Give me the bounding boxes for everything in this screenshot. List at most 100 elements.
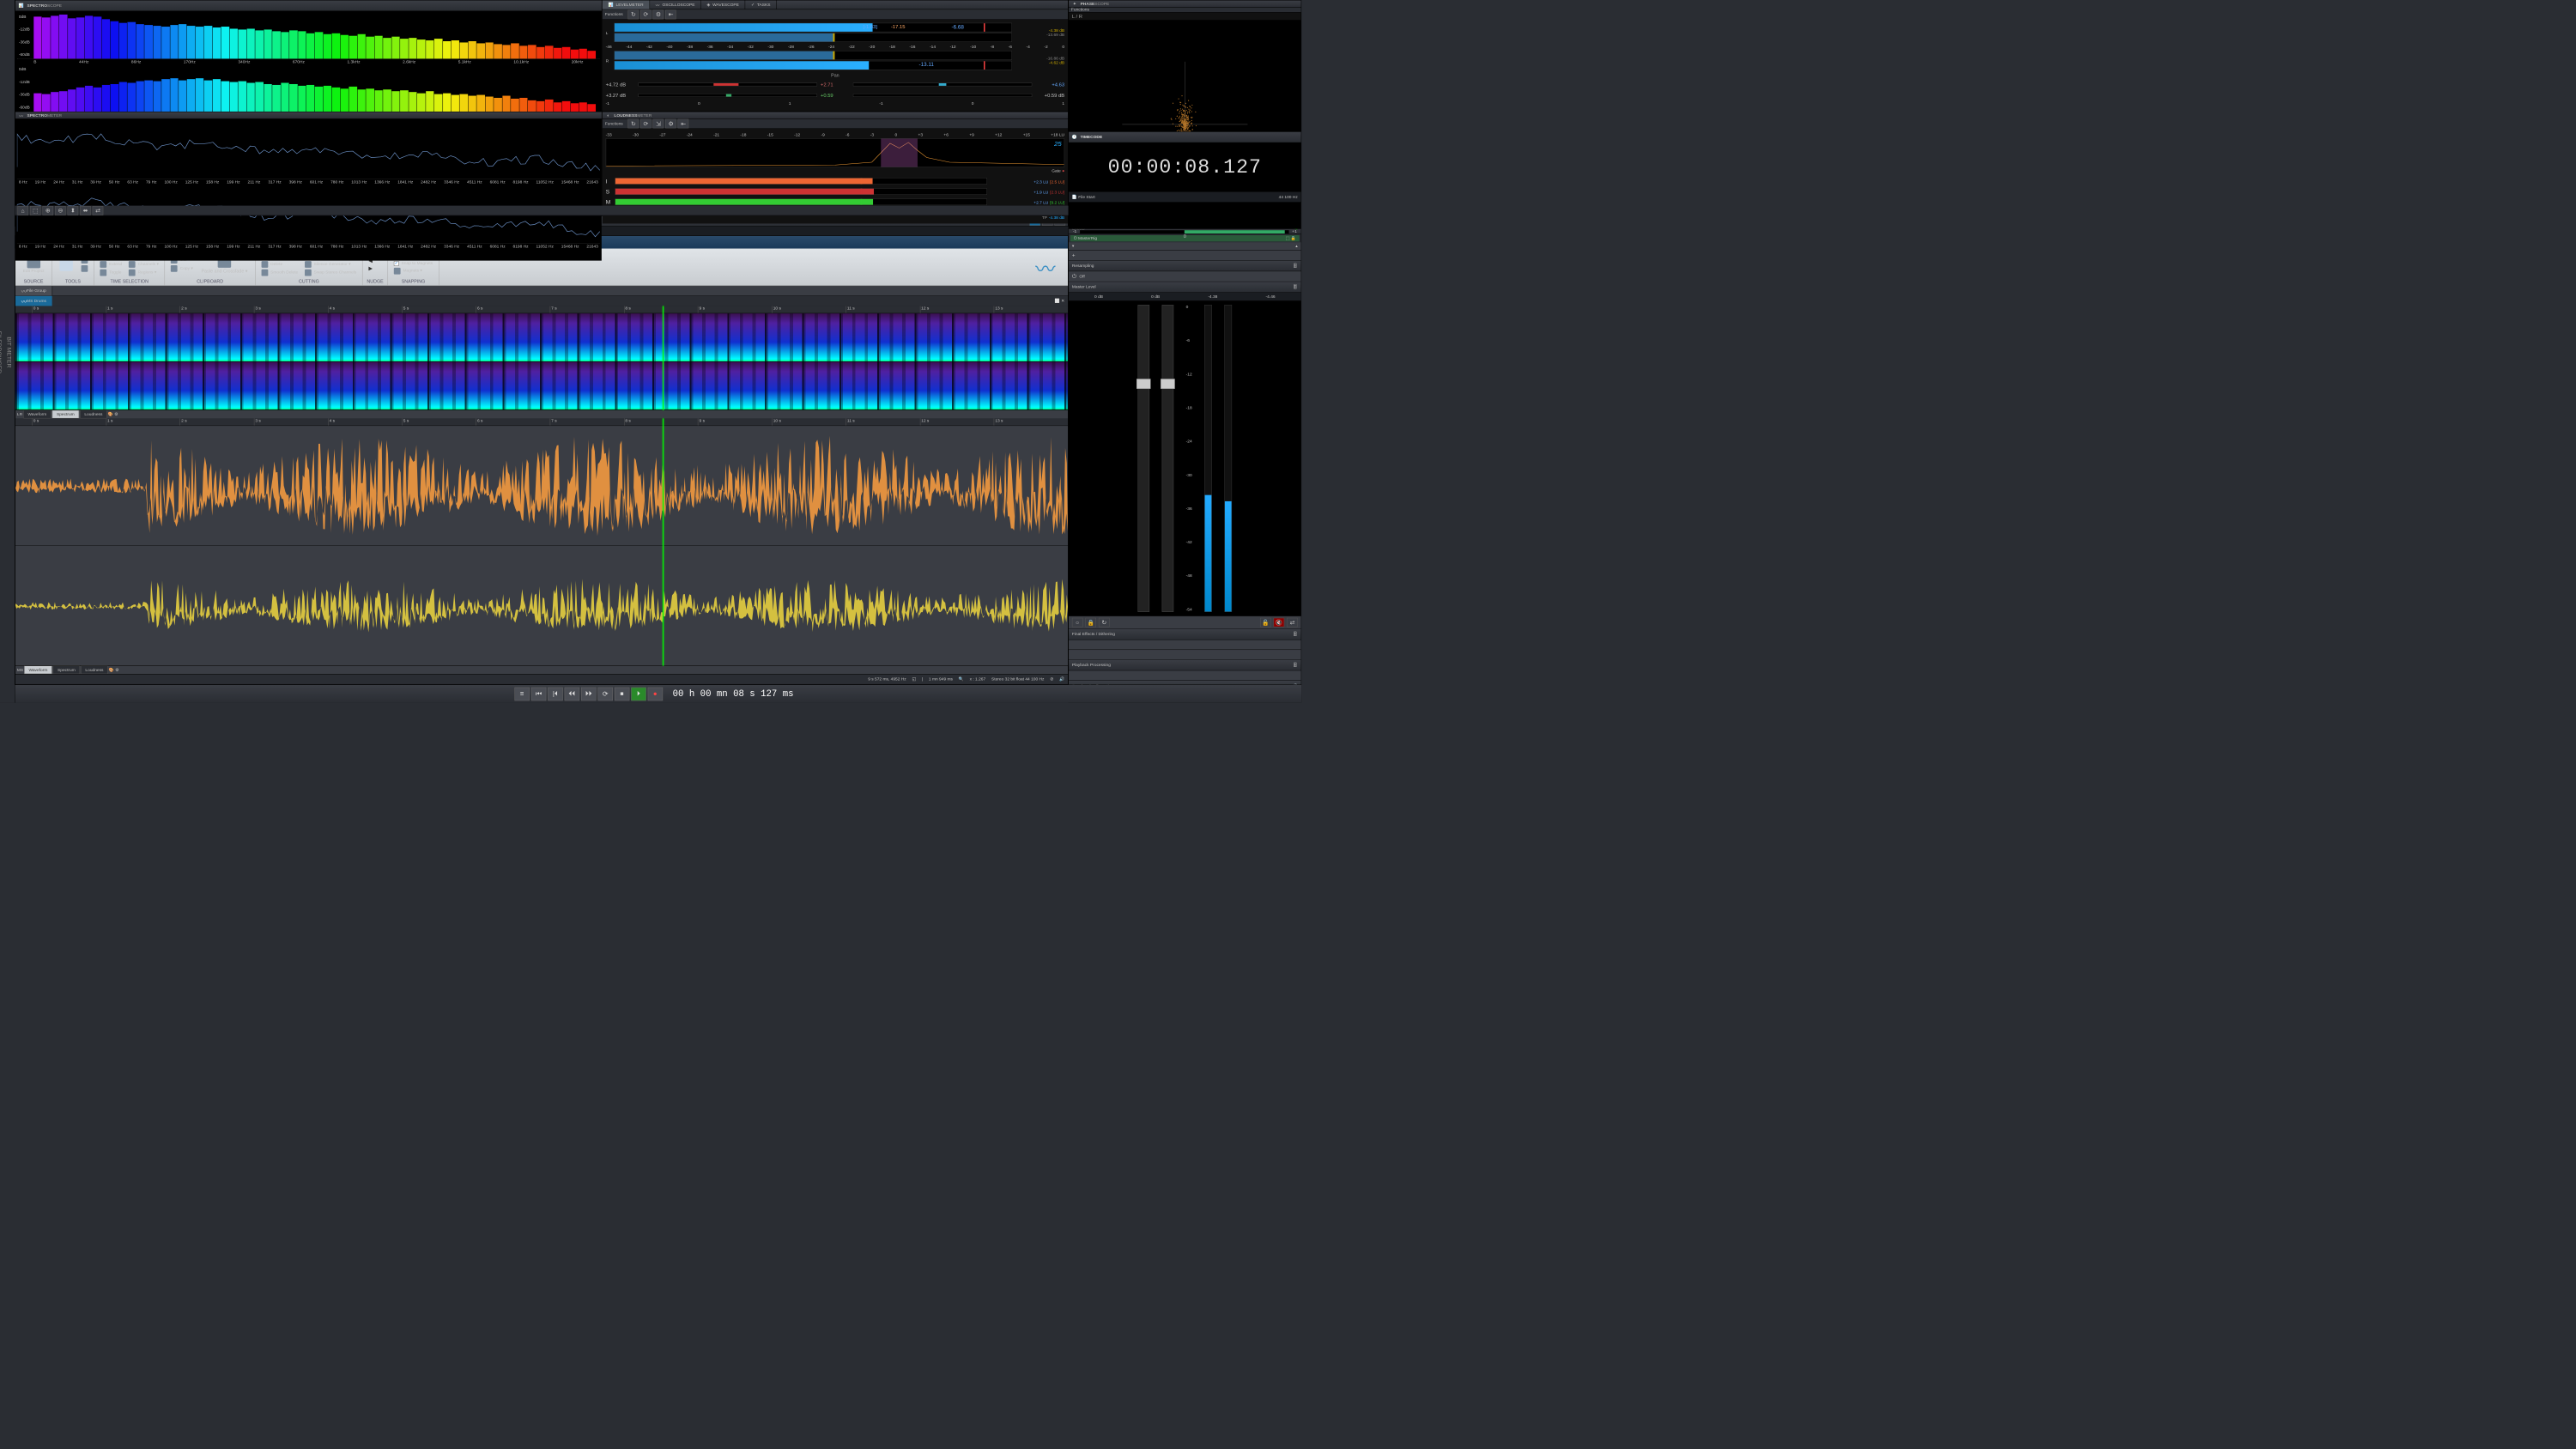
check-icon: ✓ [751,3,755,7]
playhead-spectrogram[interactable] [663,306,664,409]
file-group-tab[interactable]: 〰 File Group [15,286,52,295]
delete-button[interactable]: Delete [260,260,300,268]
sidebar-tab-bitmeter[interactable]: BIT METER [4,331,15,373]
master-section: ✦MASTERSECTION ⏻ Untitled⇅ ⇆ ▾ Effects⇉ … [1069,203,1302,703]
format-info[interactable]: Stereo 32 bit float 44 100 Hz [991,677,1044,682]
tab-wavescope[interactable]: ◈WAVESCOPE [701,0,745,9]
resampling-toggle[interactable]: ⏻ Off [1069,271,1301,282]
spectroscope-title: SPECTRO [27,3,47,8]
view-spectrum-2[interactable]: Spectrum [53,666,80,675]
pan-track-1 [639,83,818,87]
settings-icon-2[interactable]: 🎨 ⚙ [109,668,119,672]
final-effects-header[interactable]: Final Effects / Dithering [1072,632,1115,636]
sidebar-tab-filebrowser[interactable]: FILEBROWSER [0,326,4,379]
transport-bar: ≡ ⏮|⏴⏴⏴⏵⏵⟳⏹⏵● 00 h 00 mn 08 s 127 ms [15,684,1301,702]
speaker-icon[interactable]: 🔊 [1059,677,1064,682]
add-effect[interactable]: + [1069,251,1301,261]
pan-label: Pan [606,73,1064,78]
tab-oscilloscope[interactable]: 〰OSCILLOSCOPE [650,0,701,9]
zoom-in-button[interactable]: ⊕ [42,206,53,215]
phasescope-panel: ✦PHASESCOPE Functions L / R -1 +1 0 [1069,0,1302,131]
zoom-v-in-button[interactable]: ⬍ [68,206,79,215]
tab-tasks[interactable]: ✓TASKS [745,0,777,9]
transport-rew[interactable]: ⏴⏴ [565,687,579,700]
functions-label[interactable]: Functions [605,12,623,16]
silence-button[interactable]: Silence Generator ▾ [303,260,358,268]
scroll-lock-button[interactable]: ⇄ [93,206,104,215]
spectroscope-body: 0dB-12dB-36dB-60dB B44Hz86Hz170Hz340Hz67… [15,11,602,111]
loud-expand-button[interactable]: ⇤ [678,119,689,129]
home-button[interactable]: ⌂ [17,206,28,215]
transport-stop[interactable]: ⏹ [615,687,629,700]
settings-icon[interactable]: 🎨 ⚙ [108,412,118,416]
lock-button[interactable]: 🔒 [1085,618,1096,627]
time-ruler[interactable]: 0 s1 s2 s3 s4 s5 s6 s7 s8 s9 s10 s11 s12… [15,306,1068,313]
transport-prev[interactable]: |⏴ [548,687,562,700]
loud-reset-button[interactable]: ↻ [628,119,639,129]
view-loudness[interactable]: Loudness [80,410,107,419]
playback-header[interactable]: Playback Processing [1072,663,1111,667]
reset-all-button[interactable]: ↻ [628,9,639,19]
zoom-info[interactable]: x : 1.267 [970,677,986,682]
spectroscope-header[interactable]: 📊 SPECTROSCOPE [15,0,602,11]
level-l-rms [614,33,1012,42]
time-ruler-2[interactable]: 0 s1 s2 s3 s4 s5 s6 s7 s8 s9 s10 s11 s12… [15,418,1068,426]
copy-button[interactable]: Copy ▾ [169,264,195,272]
tab-levelmeter[interactable]: 📊LEVELMETER [603,0,650,9]
spectrogram-view[interactable]: 0 s1 s2 s3 s4 s5 s6 s7 s8 s9 s10 s11 s12… [15,306,1068,409]
view-loudness-2[interactable]: Loudness [81,666,108,675]
playhead-waveform[interactable] [663,418,664,665]
loud-range-button[interactable]: ⇲ [653,119,664,129]
play-icon [82,265,88,272]
clock-icon: 🕐 [1071,134,1078,141]
transport-start[interactable]: ⏮ [531,687,546,700]
magnets-button[interactable]: Magnets ▾ [392,267,434,275]
selection-info: 9 s 572 ms, 4952 Hz [868,677,906,682]
mono-button[interactable]: ○ [1072,618,1083,627]
link-button[interactable]: ⇄ [1287,618,1298,627]
nudge-right[interactable]: ▶ [367,264,373,271]
bypass-icon[interactable]: ⊘ [1050,677,1053,682]
reset-button[interactable]: ↻ [1099,618,1110,627]
master-level-header[interactable]: Master Level [1072,285,1096,289]
transport-ffwd[interactable]: ⏵⏵ [581,687,596,700]
channels-button[interactable]: Channels ▾ [127,260,161,268]
waveform-view[interactable]: 0 s1 s2 s3 s4 s5 s6 s7 s8 s9 s10 s11 s12… [15,418,1068,665]
smooth-delete-button[interactable]: Smooth Delete [260,269,300,276]
view-waveform-2[interactable]: Waveform [24,666,52,675]
length-info: 1 mn 949 ms [929,677,953,682]
settings-button[interactable]: ⚙ [653,9,664,19]
fit-button[interactable]: ⬌ [80,206,91,215]
loudness-graph: 25 [606,138,1064,167]
file-tab-msdrums[interactable]: 〰 MS Drums [15,296,52,306]
transport-play[interactable]: ⏵ [631,687,646,700]
fader-r[interactable] [1162,305,1174,612]
view-switcher-top: LR Waveform Spectrum Loudness 🎨 ⚙ [15,410,1068,419]
fader-l[interactable] [1137,305,1149,612]
timecode-source[interactable]: 📄 File Start [1072,195,1095,199]
refresh-button[interactable]: ⟳ [640,9,652,19]
pan-track-3 [639,94,818,97]
view-switcher-bottom: MS Waveform Spectrum Loudness 🎨 ⚙ [15,666,1068,675]
view-waveform[interactable]: Waveform [23,410,52,419]
play-tool[interactable] [80,264,90,272]
toggle-button[interactable]: Toggle [99,269,124,276]
loud-refresh-button[interactable]: ⟳ [640,119,652,129]
view-spectrum[interactable]: Spectrum [52,410,79,419]
loud-settings-button[interactable]: ⚙ [665,119,676,129]
transport-record[interactable]: ● [648,687,663,700]
menu-button[interactable]: ≡ [514,687,529,700]
unmute-button[interactable]: 🔓 [1260,618,1271,627]
regions-button[interactable]: Regions ▾ [127,269,161,276]
level-r-rms [614,51,1012,60]
mute-button[interactable]: 🔇 [1274,618,1285,627]
extend-button[interactable]: Extend [99,260,124,268]
expand-button[interactable]: ⇤ [665,9,676,19]
zoom-icon[interactable]: 🔍 [959,677,964,682]
zoom-out-button[interactable]: ⊖ [55,206,66,215]
swap-button[interactable]: Swap Stereo Channels [303,269,358,276]
transport-loop[interactable]: ⟳ [597,687,612,700]
snap-magnets-check[interactable]: ✓Snap to Magnets [392,260,434,266]
resampling-header[interactable]: Resampling [1072,264,1094,268]
zoom-sel-button[interactable]: ⬚ [30,206,41,215]
